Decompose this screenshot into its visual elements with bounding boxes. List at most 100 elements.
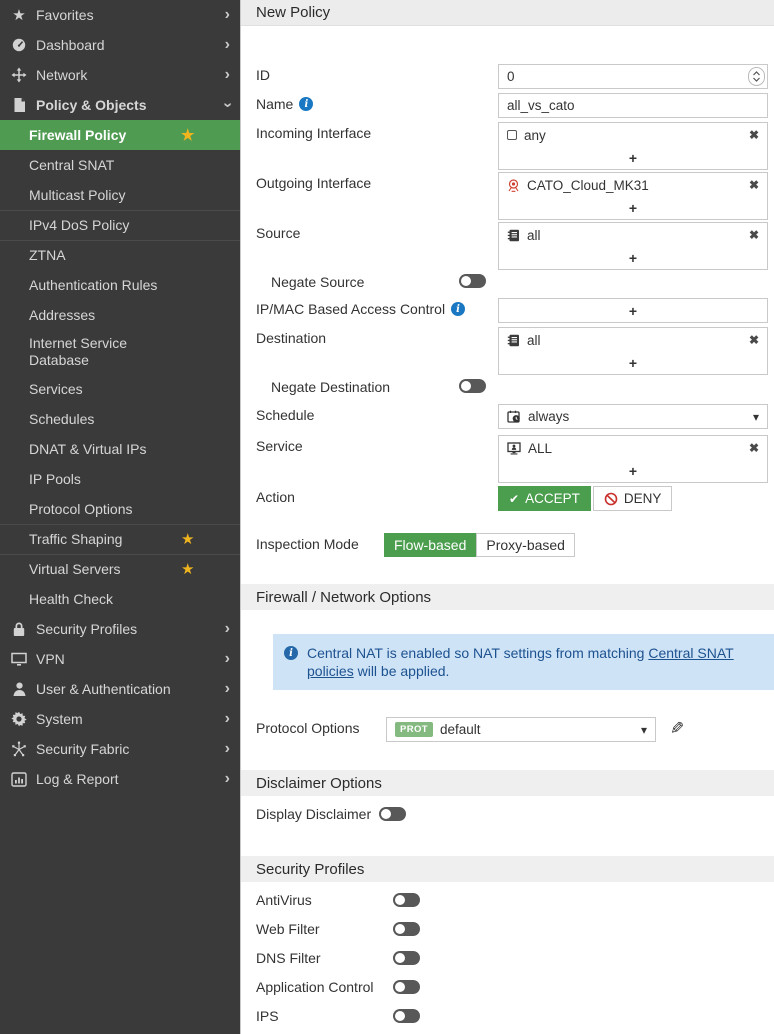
sidebar-item-multicast-policy[interactable]: Multicast Policy xyxy=(0,180,240,210)
add-entry-button[interactable]: + xyxy=(499,460,767,482)
interface-entry[interactable]: CATO_Cloud_MK31 ✖ xyxy=(499,173,767,197)
info-icon: i xyxy=(299,97,313,111)
address-entry[interactable]: all ✖ xyxy=(499,223,767,247)
sidebar-item-dnat-virtual-ips[interactable]: DNAT & Virtual IPs xyxy=(0,434,240,464)
destination-field: all ✖ + xyxy=(498,327,768,375)
application-control-label: Application Control xyxy=(256,979,393,995)
main-panel: New Policy ID Name i Incoming xyxy=(240,0,774,1034)
id-stepper[interactable] xyxy=(748,67,765,86)
sidebar-item-label: Traffic Shaping xyxy=(29,531,181,548)
sidebar-item-label: Central SNAT xyxy=(29,157,181,174)
protocol-options-select[interactable]: PROT default ▾ xyxy=(386,717,656,742)
schedule-select[interactable]: always ▾ xyxy=(498,404,768,429)
id-input[interactable] xyxy=(498,64,768,89)
sidebar-item-ip-pools[interactable]: IP Pools xyxy=(0,464,240,494)
sidebar-item-health-check[interactable]: Health Check xyxy=(0,584,240,614)
address-book-icon xyxy=(507,229,520,242)
sidebar-item-user-authentication[interactable]: User & Authentication › xyxy=(0,674,240,704)
sidebar-item-ipv4-dos-policy[interactable]: IPv4 DoS Policy xyxy=(0,210,240,240)
remove-entry-icon[interactable]: ✖ xyxy=(749,228,759,242)
sidebar-item-policy-objects[interactable]: Policy & Objects › xyxy=(0,90,240,120)
sidebar-item-protocol-options[interactable]: Protocol Options xyxy=(0,494,240,524)
sidebar-item-schedules[interactable]: Schedules xyxy=(0,404,240,434)
negate-destination-toggle[interactable] xyxy=(459,379,486,393)
bar-chart-icon xyxy=(8,772,30,787)
fabric-hub-icon xyxy=(8,741,30,757)
add-entry-button[interactable]: + xyxy=(499,247,767,269)
sidebar-item-traffic-shaping[interactable]: Traffic Shaping ★ xyxy=(0,524,240,554)
star-icon: ★ xyxy=(181,562,194,577)
edit-pencil-icon[interactable]: ✎ xyxy=(670,719,684,739)
dns-filter-label: DNS Filter xyxy=(256,950,393,966)
entry-label: any xyxy=(524,128,742,143)
display-disclaimer-toggle[interactable] xyxy=(379,807,406,821)
sidebar-item-label: Multicast Policy xyxy=(29,187,181,204)
sidebar-item-label: Health Check xyxy=(29,591,181,608)
sidebar-item-internet-service-database[interactable]: Internet Service Database xyxy=(0,330,240,374)
sidebar-item-ztna[interactable]: ZTNA xyxy=(0,240,240,270)
sidebar-item-virtual-servers[interactable]: Virtual Servers ★ xyxy=(0,554,240,584)
sidebar-item-central-snat[interactable]: Central SNAT xyxy=(0,150,240,180)
name-label-wrap: Name i xyxy=(256,93,498,112)
central-nat-notice: i Central NAT is enabled so NAT settings… xyxy=(273,634,774,690)
add-entry-button[interactable]: + xyxy=(499,147,767,169)
sidebar-item-label: Virtual Servers xyxy=(29,561,181,578)
sidebar-item-authentication-rules[interactable]: Authentication Rules xyxy=(0,270,240,300)
chevron-right-icon: › xyxy=(225,711,230,727)
negate-source-toggle[interactable] xyxy=(459,274,486,288)
star-icon: ★ xyxy=(181,532,194,547)
ip-mac-add-button[interactable]: + xyxy=(498,298,768,323)
negate-source-row: Negate Source xyxy=(241,274,774,290)
sidebar-item-favorites[interactable]: ★ Favorites › xyxy=(0,0,240,30)
sidebar-item-log-report[interactable]: Log & Report › xyxy=(0,764,240,794)
caret-down-icon: ▾ xyxy=(753,410,759,424)
sidebar-item-label: User & Authentication xyxy=(36,681,225,697)
proxy-based-button[interactable]: Proxy-based xyxy=(476,533,575,557)
action-label: Action xyxy=(256,486,498,505)
protocol-options-label: Protocol Options xyxy=(256,717,386,736)
accept-button[interactable]: ✔ ACCEPT xyxy=(498,486,591,511)
antivirus-toggle[interactable] xyxy=(393,893,420,907)
application-control-row: Application Control xyxy=(241,979,774,995)
deny-button[interactable]: DENY xyxy=(593,486,673,511)
sidebar-item-security-fabric[interactable]: Security Fabric › xyxy=(0,734,240,764)
sidebar-item-services[interactable]: Services xyxy=(0,374,240,404)
remove-entry-icon[interactable]: ✖ xyxy=(749,178,759,192)
service-entry[interactable]: ALL ✖ xyxy=(499,436,767,460)
dns-filter-toggle[interactable] xyxy=(393,951,420,965)
application-control-toggle[interactable] xyxy=(393,980,420,994)
dns-filter-row: DNS Filter xyxy=(241,950,774,966)
negate-destination-label: Negate Destination xyxy=(271,379,459,395)
add-entry-button[interactable]: + xyxy=(499,352,767,374)
name-input[interactable] xyxy=(498,93,768,118)
sidebar-item-firewall-policy[interactable]: Firewall Policy ★ xyxy=(0,120,240,150)
policy-document-icon xyxy=(8,97,30,113)
service-label: Service xyxy=(256,435,498,454)
remove-entry-icon[interactable]: ✖ xyxy=(749,128,759,142)
antivirus-label: AntiVirus xyxy=(256,892,393,908)
sidebar-item-security-profiles[interactable]: Security Profiles › xyxy=(0,614,240,644)
address-entry[interactable]: all ✖ xyxy=(499,328,767,352)
remove-entry-icon[interactable]: ✖ xyxy=(749,333,759,347)
sidebar-item-network[interactable]: Network › xyxy=(0,60,240,90)
sidebar-item-label: Firewall Policy xyxy=(29,127,181,144)
ips-toggle[interactable] xyxy=(393,1009,420,1023)
incoming-interface-row: Incoming Interface any ✖ + xyxy=(241,122,774,170)
entry-label: CATO_Cloud_MK31 xyxy=(527,178,742,193)
display-disclaimer-row: Display Disclaimer xyxy=(241,806,774,822)
sidebar-item-vpn[interactable]: VPN › xyxy=(0,644,240,674)
star-icon: ★ xyxy=(8,8,30,23)
interface-entry[interactable]: any ✖ xyxy=(499,123,767,147)
flow-based-button[interactable]: Flow-based xyxy=(384,533,476,557)
sidebar-item-addresses[interactable]: Addresses xyxy=(0,300,240,330)
web-filter-toggle[interactable] xyxy=(393,922,420,936)
sidebar-item-label: Dashboard xyxy=(36,37,225,53)
remove-entry-icon[interactable]: ✖ xyxy=(749,441,759,455)
sidebar-item-dashboard[interactable]: Dashboard › xyxy=(0,30,240,60)
sidebar-item-system[interactable]: System › xyxy=(0,704,240,734)
add-entry-button[interactable]: + xyxy=(499,197,767,219)
sidebar-item-label: System xyxy=(36,711,225,727)
deny-prohibited-icon xyxy=(604,492,618,506)
chevron-right-icon: › xyxy=(225,771,230,787)
sidebar-item-label: IP Pools xyxy=(29,471,181,488)
